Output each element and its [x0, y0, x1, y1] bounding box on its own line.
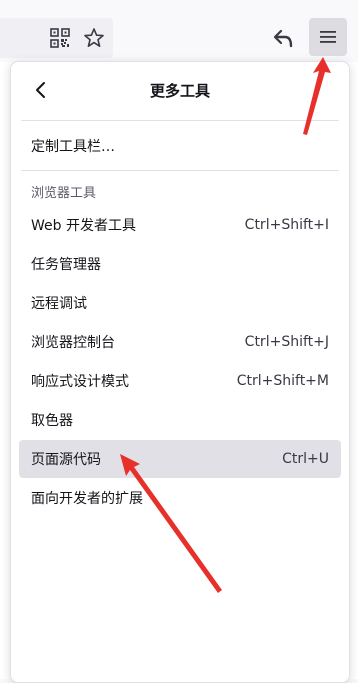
menu-item-label: 页面源代码	[31, 452, 101, 468]
customize-toolbar-label: 定制工具栏…	[31, 139, 115, 155]
section-divider	[21, 170, 339, 171]
browser-tools-heading: 浏览器工具	[31, 186, 97, 201]
menu-item-remote-debugging[interactable]: 远程调试	[19, 284, 341, 322]
menu-item-shortcut: Ctrl+Shift+J	[244, 334, 329, 350]
menu-item-task-manager[interactable]: 任务管理器	[19, 245, 341, 283]
menu-item-label: 浏览器控制台	[31, 335, 115, 351]
menu-item-shortcut: Ctrl+Shift+I	[244, 217, 329, 233]
menu-item-extensions-for-developers[interactable]: 面向开发者的扩展	[19, 479, 341, 517]
header-divider	[21, 120, 339, 121]
qr-code-icon[interactable]	[49, 27, 71, 49]
app-menu-button[interactable]	[309, 18, 347, 56]
hamburger-menu-icon	[319, 29, 337, 45]
menu-item-label: 响应式设计模式	[31, 374, 129, 390]
bookmark-star-icon[interactable]	[83, 27, 105, 49]
menu-item-label: 远程调试	[31, 296, 87, 312]
panel-header: 更多工具	[11, 62, 349, 120]
menu-item-label: 面向开发者的扩展	[31, 491, 143, 507]
more-tools-panel: 更多工具 定制工具栏… 浏览器工具 Web 开发者工具 Ctrl+Shift+I…	[10, 61, 350, 683]
browser-toolbar	[0, 0, 358, 62]
menu-item-browser-console[interactable]: 浏览器控制台 Ctrl+Shift+J	[19, 323, 341, 361]
customize-toolbar-item[interactable]: 定制工具栏…	[19, 127, 341, 165]
back-arrow-icon[interactable]	[272, 27, 296, 49]
menu-item-eyedropper[interactable]: 取色器	[19, 401, 341, 439]
menu-item-label: Web 开发者工具	[31, 218, 136, 234]
menu-item-label: 取色器	[31, 413, 73, 429]
panel-title: 更多工具	[149, 82, 210, 100]
menu-item-responsive-design-mode[interactable]: 响应式设计模式 Ctrl+Shift+M	[19, 362, 341, 400]
menu-item-shortcut: Ctrl+U	[282, 451, 329, 467]
menu-item-web-developer-tools[interactable]: Web 开发者工具 Ctrl+Shift+I	[19, 206, 341, 244]
menu-item-shortcut: Ctrl+Shift+M	[236, 373, 329, 389]
menu-item-label: 任务管理器	[31, 257, 101, 273]
menu-item-page-source[interactable]: 页面源代码 Ctrl+U	[19, 440, 341, 478]
